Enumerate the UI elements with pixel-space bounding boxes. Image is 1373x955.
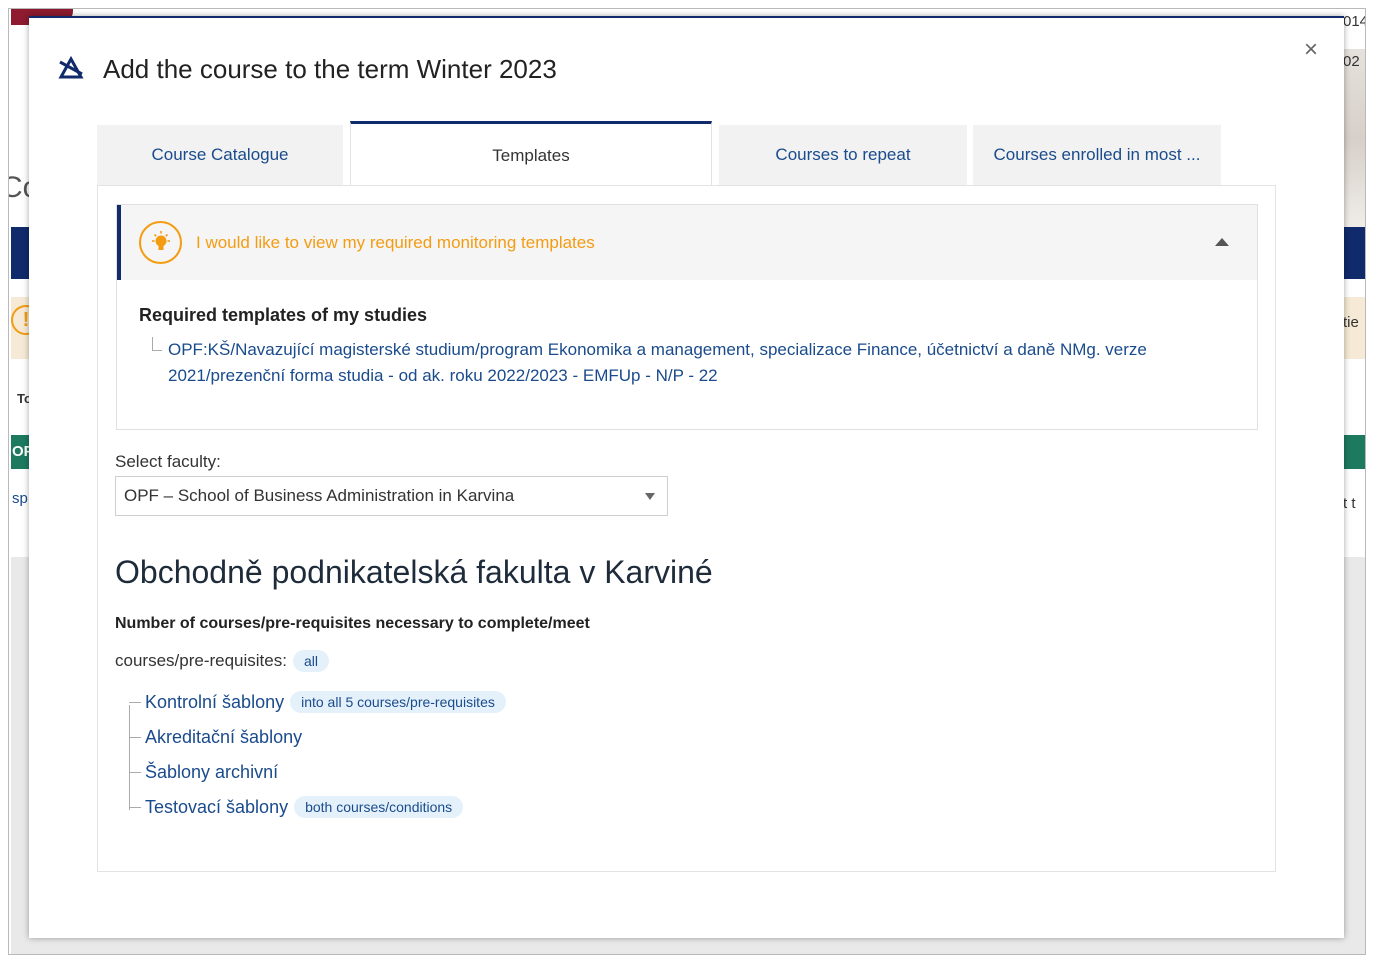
- tree-connector: [152, 337, 162, 351]
- required-templates-accordion: I would like to view my required monitor…: [116, 204, 1258, 430]
- lightbulb-icon: [139, 221, 182, 264]
- tree-item-badge: both courses/conditions: [294, 796, 464, 818]
- tab-templates[interactable]: Templates: [350, 121, 712, 187]
- accordion-header[interactable]: I would like to view my required monitor…: [117, 205, 1257, 280]
- tab-courses-enrolled-most[interactable]: Courses enrolled in most ...: [973, 125, 1221, 185]
- tree-item-link[interactable]: Testovací šablony: [145, 797, 288, 818]
- bg-fragment: 02: [1343, 53, 1360, 70]
- bg-fragment: t t: [1343, 495, 1356, 512]
- tree-item: Testovací šablony both courses/condition…: [129, 796, 464, 818]
- modal-title: Add the course to the term Winter 2023: [103, 54, 557, 84]
- accordion-title: I would like to view my required monitor…: [196, 233, 595, 252]
- courses-badge: all: [292, 650, 329, 672]
- tree-item-badge: into all 5 courses/pre-requisites: [290, 691, 506, 713]
- tree-tick: [129, 772, 141, 773]
- chevron-down-icon: [645, 493, 655, 500]
- courses-requirement-row: courses/pre-requisites: all: [115, 650, 329, 672]
- tree-item: Akreditační šablony: [129, 727, 302, 748]
- faculty-select-value: OPF – School of Business Administration …: [124, 486, 515, 505]
- add-course-modal: × Add the course to the term Winter 2023…: [29, 16, 1344, 938]
- bg-fragment: 014: [1343, 13, 1366, 30]
- templates-panel: I would like to view my required monitor…: [97, 185, 1276, 872]
- course-add-icon: [57, 53, 85, 86]
- faculty-select[interactable]: OPF – School of Business Administration …: [115, 476, 668, 516]
- courses-label: courses/pre-requisites:: [115, 651, 287, 670]
- tree-item-link[interactable]: Akreditační šablony: [145, 727, 302, 748]
- required-templates-heading: Required templates of my studies: [139, 305, 428, 325]
- tree-item: Kontrolní šablony into all 5 courses/pre…: [129, 691, 506, 713]
- caret-up-icon: [1215, 238, 1229, 246]
- tab-bar: Course Catalogue Templates Courses to re…: [97, 121, 1277, 187]
- required-template-link[interactable]: OPF:KŠ/Navazující magisterské studium/pr…: [168, 337, 1178, 389]
- bg-fragment: sp: [12, 490, 28, 507]
- tree-line: [129, 705, 130, 810]
- tab-course-catalogue[interactable]: Course Catalogue: [97, 125, 343, 185]
- modal-header: Add the course to the term Winter 2023: [57, 53, 557, 86]
- tree-tick: [129, 737, 141, 738]
- faculty-name-heading: Obchodně podnikatelská fakulta v Karviné: [115, 554, 713, 590]
- tree-item-link[interactable]: Kontrolní šablony: [145, 692, 284, 713]
- faculty-select-label: Select faculty:: [115, 452, 221, 471]
- requirements-heading: Number of courses/pre-requisites necessa…: [115, 615, 590, 632]
- tree-tick: [129, 806, 141, 808]
- close-button[interactable]: ×: [1304, 38, 1318, 62]
- tab-courses-to-repeat[interactable]: Courses to repeat: [719, 125, 967, 185]
- tree-tick: [129, 701, 141, 703]
- tree-item: Šablony archivní: [129, 762, 278, 783]
- tree-item-link[interactable]: Šablony archivní: [145, 762, 278, 783]
- bg-fragment: tie: [1343, 314, 1359, 331]
